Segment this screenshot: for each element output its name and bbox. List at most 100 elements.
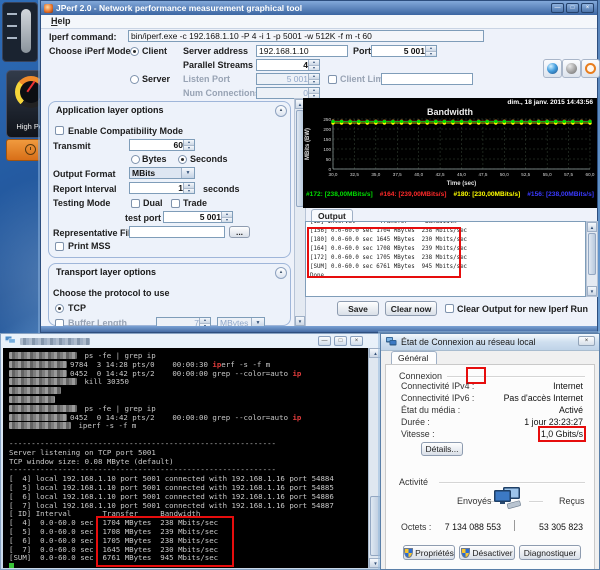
stop-iperf-button[interactable] xyxy=(562,59,581,78)
scroll-up-icon[interactable]: ▲ xyxy=(587,222,597,232)
seconds-label[interactable]: Seconds xyxy=(190,154,228,164)
terminal-line: [SUM] 0.0-60.0 sec 6761 MBytes 945 Mbits… xyxy=(9,554,369,563)
close-button[interactable]: × xyxy=(581,3,594,13)
scroll-down-icon[interactable]: ▼ xyxy=(587,286,597,296)
spinner-buttons[interactable]: ▲▼ xyxy=(308,60,319,70)
dual-label[interactable]: Dual xyxy=(143,198,163,208)
tab-general[interactable]: Général xyxy=(391,351,437,365)
client-limit-checkbox[interactable] xyxy=(328,75,337,84)
spinner-buttons[interactable]: ▲▼ xyxy=(183,183,194,193)
client-radio-label[interactable]: Client xyxy=(142,46,167,56)
port-label: Port xyxy=(353,46,371,56)
run-globe-icon xyxy=(547,63,558,74)
dual-checkbox[interactable] xyxy=(131,199,140,208)
svg-text:30,0: 30,0 xyxy=(329,172,338,177)
meter-gadget[interactable] xyxy=(2,2,38,62)
minimize-button[interactable]: — xyxy=(551,3,564,13)
terminal-content[interactable]: ps -fe | grep ip9784 3 14:28 pts/0 00:00… xyxy=(3,348,369,568)
output-line: [156] 0.0-60.0 sec 1704 MBytes 238 Mbits… xyxy=(310,227,585,236)
trade-checkbox[interactable] xyxy=(171,199,180,208)
transmit-spinner[interactable]: 60 ▲▼ xyxy=(129,139,195,151)
spinner-buttons[interactable]: ▲▼ xyxy=(425,46,436,56)
jperf-window: JPerf 2.0 - Network performance measurem… xyxy=(40,0,598,333)
properties-button[interactable]: Propriétés xyxy=(403,545,455,560)
dialog-titlebar[interactable]: État de Connexion au réseau local xyxy=(381,334,599,351)
output-text-area[interactable]: [ID] Interval Transfer Bandwidth[156] 0.… xyxy=(305,221,586,297)
network-status-dialog: État de Connexion au réseau local × Géné… xyxy=(380,333,600,570)
close-button[interactable]: × xyxy=(578,336,595,346)
num-connections-label: Num Connections xyxy=(183,88,260,98)
scrollbar-thumb[interactable] xyxy=(588,233,596,275)
iperf-command-label: Iperf command: xyxy=(49,32,117,42)
representative-file-field[interactable] xyxy=(129,226,225,238)
menu-help[interactable]: Help xyxy=(51,16,71,26)
restart-iperf-button[interactable] xyxy=(581,59,600,78)
tcp-label[interactable]: TCP xyxy=(68,303,86,313)
transport-layer-title: Transport layer options xyxy=(56,267,156,277)
compatibility-checkbox[interactable] xyxy=(55,126,64,135)
transmit-label: Transmit xyxy=(53,141,91,151)
output-line: Done. xyxy=(310,272,585,281)
seconds-radio[interactable] xyxy=(178,155,187,164)
server-radio-label[interactable]: Server xyxy=(142,74,170,84)
bytes-label[interactable]: Bytes xyxy=(142,154,167,164)
clock-icon xyxy=(25,144,36,155)
combo-arrow-icon[interactable]: ▼ xyxy=(181,168,194,178)
server-address-field[interactable]: 192.168.1.10 xyxy=(256,45,348,57)
svg-text:250: 250 xyxy=(323,117,331,122)
parallel-streams-spinner[interactable]: 4 ▲▼ xyxy=(256,59,320,71)
run-iperf-button[interactable] xyxy=(543,59,562,78)
test-port-spinner[interactable]: 5 001 ▲▼ xyxy=(163,211,233,223)
iperf-command-field[interactable]: bin/iperf.exe -c 192.168.1.10 -P 4 -i 1 … xyxy=(128,30,484,42)
collapse-icon[interactable]: ▴ xyxy=(275,267,287,279)
compatibility-label: Enable Compatibility Mode xyxy=(68,126,183,136)
clear-now-button[interactable]: Clear now xyxy=(385,301,437,316)
svg-text:47,5: 47,5 xyxy=(478,172,487,177)
server-radio[interactable] xyxy=(130,75,139,84)
svg-text:45,0: 45,0 xyxy=(457,172,466,177)
censored-text xyxy=(9,370,67,377)
connection-rows: Connectivité IPv4 :InternetConnectivité … xyxy=(401,381,583,441)
spinner-buttons[interactable]: ▲▼ xyxy=(221,212,232,222)
minimize-button[interactable]: — xyxy=(318,336,331,346)
report-interval-spinner[interactable]: 1 ▲▼ xyxy=(129,182,195,194)
window-bottom-border xyxy=(41,326,597,332)
maximize-button[interactable]: □ xyxy=(566,3,579,13)
connection-row-label: Connectivité IPv6 : xyxy=(401,393,474,403)
tab-output[interactable]: Output xyxy=(311,209,353,221)
spin-down-icon: ▼ xyxy=(184,145,194,151)
port-spinner[interactable]: 5 001 ▲▼ xyxy=(371,45,437,57)
browse-button[interactable]: ... xyxy=(229,226,250,238)
desktop: High Per JPerf 2.0 - Network performance… xyxy=(0,0,600,570)
connection-row-label: Connectivité IPv4 : xyxy=(401,381,474,391)
collapse-icon[interactable]: ▴ xyxy=(275,105,287,117)
details-button[interactable]: Détails... xyxy=(421,442,463,456)
bytes-radio[interactable] xyxy=(131,155,140,164)
spinner-buttons[interactable]: ▲▼ xyxy=(183,140,194,150)
jperf-titlebar[interactable]: JPerf 2.0 - Network performance measurem… xyxy=(41,1,597,15)
output-format-combo[interactable]: MBits ▼ xyxy=(129,167,195,179)
terminal-line xyxy=(9,563,369,568)
scroll-down-icon[interactable]: ▼ xyxy=(295,316,305,326)
tcp-radio[interactable] xyxy=(55,304,64,313)
print-mss-checkbox[interactable] xyxy=(55,242,64,251)
censored-text xyxy=(9,405,77,412)
client-radio[interactable] xyxy=(130,47,139,56)
terminal-line: 0452 0 14:42 pts/2 00:00:00 grep --color… xyxy=(9,370,369,379)
maximize-button[interactable]: □ xyxy=(334,336,347,346)
trade-label[interactable]: Trade xyxy=(183,198,207,208)
disable-button[interactable]: Désactiver xyxy=(459,545,515,560)
output-scrollbar[interactable]: ▲ ▼ xyxy=(586,221,598,297)
jperf-icon xyxy=(44,4,53,13)
clear-output-checkbox[interactable] xyxy=(445,304,454,313)
connection-row-label: Vitesse : xyxy=(401,429,435,439)
clear-output-label: Clear Output for new Iperf Run xyxy=(457,304,588,314)
listen-port-label: Listen Port xyxy=(183,74,230,84)
save-button[interactable]: Save xyxy=(337,301,379,316)
svg-text:100: 100 xyxy=(323,147,331,152)
diagnose-button[interactable]: Diagnostiquer xyxy=(519,545,581,560)
close-button[interactable]: × xyxy=(350,336,363,346)
svg-text:Time (sec): Time (sec) xyxy=(447,181,477,187)
svg-text:MBits (BW): MBits (BW) xyxy=(305,128,311,160)
connection-row-value: 1,0 Gbits/s xyxy=(541,429,583,439)
